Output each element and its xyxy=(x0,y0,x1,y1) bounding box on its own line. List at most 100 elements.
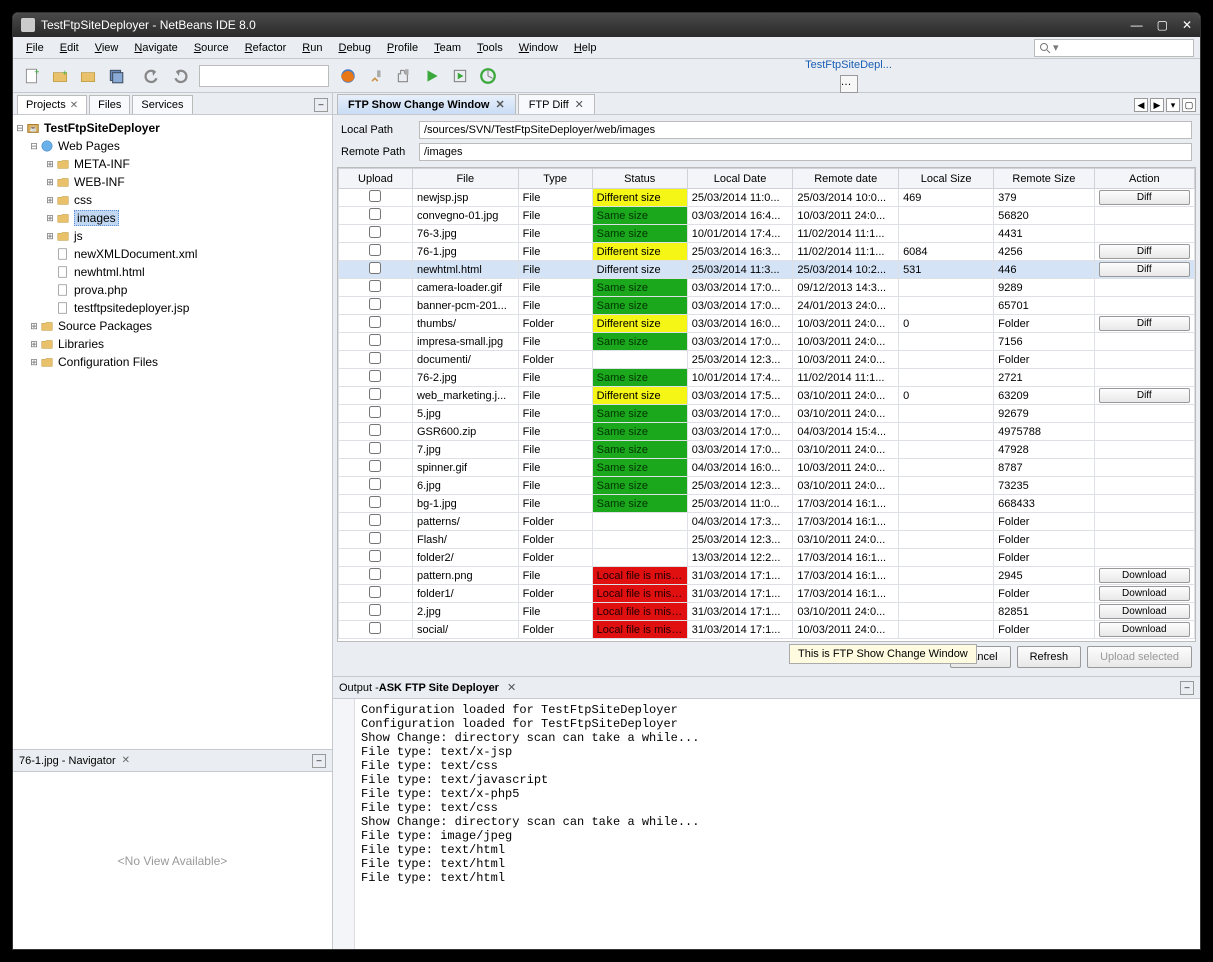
editor-tab[interactable]: FTP Show Change Window ✕ xyxy=(337,94,516,114)
upload-button[interactable]: Upload selected xyxy=(1087,646,1192,668)
minimize-icon[interactable]: — xyxy=(1131,18,1143,32)
project-link[interactable]: TestFtpSiteDepl... xyxy=(805,59,892,71)
column-header[interactable]: Remote date xyxy=(793,169,899,189)
config-dropdown[interactable] xyxy=(199,65,329,87)
undo-icon[interactable] xyxy=(139,63,165,89)
table-row[interactable]: 2.jpgFileLocal file is miss...31/03/2014… xyxy=(339,603,1195,621)
table-row[interactable]: newjsp.jspFileDifferent size25/03/2014 1… xyxy=(339,189,1195,207)
row-action-button[interactable]: Diff xyxy=(1099,316,1190,331)
table-row[interactable]: 6.jpgFileSame size25/03/2014 12:3...03/1… xyxy=(339,477,1195,495)
menu-window[interactable]: Window xyxy=(512,40,565,56)
table-row[interactable]: folder1/FolderLocal file is miss...31/03… xyxy=(339,585,1195,603)
tree-item[interactable]: newXMLDocument.xml xyxy=(15,245,330,263)
menu-profile[interactable]: Profile xyxy=(380,40,425,56)
table-row[interactable]: banner-pcm-201...FileSame size03/03/2014… xyxy=(339,297,1195,315)
table-row[interactable]: spinner.gifFileSame size04/03/2014 16:0.… xyxy=(339,459,1195,477)
upload-checkbox[interactable] xyxy=(369,424,381,436)
upload-checkbox[interactable] xyxy=(369,568,381,580)
table-row[interactable]: web_marketing.j...FileDifferent size03/0… xyxy=(339,387,1195,405)
column-header[interactable]: Upload xyxy=(339,169,413,189)
menu-tools[interactable]: Tools xyxy=(470,40,510,56)
sidebar-tab-files[interactable]: Files xyxy=(89,95,130,114)
menu-team[interactable]: Team xyxy=(427,40,468,56)
tree-item[interactable]: ⊞Source Packages xyxy=(15,317,330,335)
local-path-input[interactable] xyxy=(419,121,1192,139)
tree-item[interactable]: ⊞Configuration Files xyxy=(15,353,330,371)
debug-icon[interactable] xyxy=(447,63,473,89)
firefox-icon[interactable] xyxy=(335,63,361,89)
tree-item[interactable]: ⊞css xyxy=(15,191,330,209)
row-action-button[interactable]: Download xyxy=(1099,586,1190,601)
profile-icon[interactable] xyxy=(475,63,501,89)
table-row[interactable]: 76-1.jpgFileDifferent size25/03/2014 16:… xyxy=(339,243,1195,261)
tree-item[interactable]: ⊞META-INF xyxy=(15,155,330,173)
tree-item[interactable]: ⊞WEB-INF xyxy=(15,173,330,191)
tree-webpages[interactable]: ⊟Web Pages xyxy=(15,137,330,155)
project-chooser-icon[interactable]: … xyxy=(840,75,858,93)
editor-tab[interactable]: FTP Diff ✕ xyxy=(518,94,595,114)
close-icon[interactable]: ✕ xyxy=(1182,18,1192,32)
table-row[interactable]: social/FolderLocal file is miss...31/03/… xyxy=(339,621,1195,639)
upload-checkbox[interactable] xyxy=(369,532,381,544)
table-row[interactable]: camera-loader.gifFileSame size03/03/2014… xyxy=(339,279,1195,297)
upload-checkbox[interactable] xyxy=(369,622,381,634)
column-header[interactable]: Status xyxy=(592,169,687,189)
upload-checkbox[interactable] xyxy=(369,334,381,346)
table-row[interactable]: convegno-01.jpgFileSame size03/03/2014 1… xyxy=(339,207,1195,225)
upload-checkbox[interactable] xyxy=(369,496,381,508)
upload-checkbox[interactable] xyxy=(369,586,381,598)
minimize-pane-icon[interactable]: – xyxy=(312,754,326,768)
upload-checkbox[interactable] xyxy=(369,514,381,526)
menu-debug[interactable]: Debug xyxy=(331,40,377,56)
menu-edit[interactable]: Edit xyxy=(53,40,86,56)
tab-prev-icon[interactable]: ◀ xyxy=(1134,98,1148,112)
maximize-pane-icon[interactable]: ▢ xyxy=(1182,98,1196,112)
table-row[interactable]: documenti/Folder25/03/2014 12:3...10/03/… xyxy=(339,351,1195,369)
row-action-button[interactable]: Download xyxy=(1099,568,1190,583)
upload-checkbox[interactable] xyxy=(369,226,381,238)
row-action-button[interactable]: Diff xyxy=(1099,190,1190,205)
minimize-pane-icon[interactable]: – xyxy=(1180,681,1194,695)
column-header[interactable]: Remote Size xyxy=(994,169,1094,189)
tree-item[interactable]: ⊞Libraries xyxy=(15,335,330,353)
refresh-button[interactable]: Refresh xyxy=(1017,646,1082,668)
column-header[interactable]: File xyxy=(412,169,518,189)
table-row[interactable]: 76-3.jpgFileSame size10/01/2014 17:4...1… xyxy=(339,225,1195,243)
tree-item[interactable]: newhtml.html xyxy=(15,263,330,281)
table-row[interactable]: GSR600.zipFileSame size03/03/2014 17:0..… xyxy=(339,423,1195,441)
upload-checkbox[interactable] xyxy=(369,352,381,364)
run-icon[interactable] xyxy=(419,63,445,89)
table-row[interactable]: impresa-small.jpgFileSame size03/03/2014… xyxy=(339,333,1195,351)
upload-checkbox[interactable] xyxy=(369,280,381,292)
row-action-button[interactable]: Diff xyxy=(1099,244,1190,259)
upload-checkbox[interactable] xyxy=(369,388,381,400)
table-row[interactable]: 7.jpgFileSame size03/03/2014 17:0...03/1… xyxy=(339,441,1195,459)
upload-checkbox[interactable] xyxy=(369,370,381,382)
upload-checkbox[interactable] xyxy=(369,406,381,418)
file-table[interactable]: UploadFileTypeStatusLocal DateRemote dat… xyxy=(337,167,1196,642)
row-action-button[interactable]: Diff xyxy=(1099,388,1190,403)
tab-list-icon[interactable]: ▾ xyxy=(1166,98,1180,112)
menu-navigate[interactable]: Navigate xyxy=(127,40,184,56)
table-row[interactable]: 76-2.jpgFileSame size10/01/2014 17:4...1… xyxy=(339,369,1195,387)
tree-item[interactable]: prova.php xyxy=(15,281,330,299)
maximize-icon[interactable]: ▢ xyxy=(1157,18,1168,32)
tree-root[interactable]: ⊟☕TestFtpSiteDeployer xyxy=(15,119,330,137)
minimize-pane-icon[interactable]: – xyxy=(314,98,328,112)
column-header[interactable]: Local Date xyxy=(687,169,793,189)
menu-refactor[interactable]: Refactor xyxy=(238,40,294,56)
tree-item[interactable]: testftpsitedeployer.jsp xyxy=(15,299,330,317)
table-row[interactable]: 5.jpgFileSame size03/03/2014 17:0...03/1… xyxy=(339,405,1195,423)
table-row[interactable]: Flash/Folder25/03/2014 12:3...03/10/2011… xyxy=(339,531,1195,549)
tree-item[interactable]: ⊞images xyxy=(15,209,330,227)
save-all-icon[interactable] xyxy=(103,63,129,89)
new-file-icon[interactable]: + xyxy=(19,63,45,89)
upload-checkbox[interactable] xyxy=(369,244,381,256)
upload-checkbox[interactable] xyxy=(369,478,381,490)
open-project-icon[interactable] xyxy=(75,63,101,89)
close-icon[interactable]: ✕ xyxy=(507,681,516,694)
table-row[interactable]: newhtml.htmlFileDifferent size25/03/2014… xyxy=(339,261,1195,279)
column-header[interactable]: Local Size xyxy=(899,169,994,189)
upload-checkbox[interactable] xyxy=(369,442,381,454)
search-input[interactable]: ▾ xyxy=(1034,39,1194,57)
